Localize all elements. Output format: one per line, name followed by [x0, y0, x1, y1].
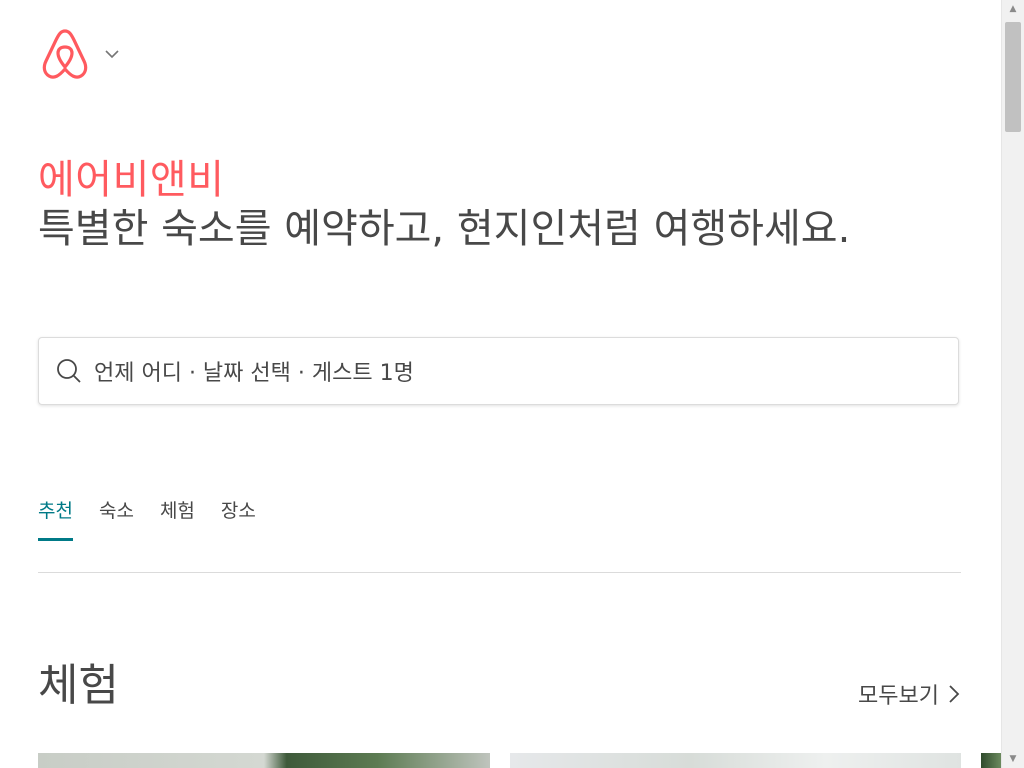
logo-menu-toggle[interactable] — [40, 27, 120, 81]
experience-card-image[interactable] — [981, 753, 1001, 768]
category-tabs: 추천 숙소 체험 장소 — [38, 496, 282, 541]
tabs-divider — [38, 572, 961, 573]
experience-card-image[interactable] — [510, 753, 961, 768]
hero-tagline: 특별한 숙소를 예약하고, 현지인처럼 여행하세요. — [38, 206, 851, 252]
section-title: 체험 — [38, 660, 119, 711]
search-summary: 언제 어디 · 날짜 선택 · 게스트 1명 — [94, 361, 414, 386]
chevron-down-icon — [105, 50, 119, 59]
experience-card-image[interactable] — [38, 753, 490, 768]
tab-experiences[interactable]: 체험 — [160, 496, 195, 541]
search-icon — [57, 359, 81, 383]
brand-title: 에어비앤비 — [38, 157, 225, 203]
tab-places[interactable]: 장소 — [221, 496, 256, 541]
tab-recommended[interactable]: 추천 — [38, 496, 73, 541]
see-all-link[interactable]: 모두보기 — [858, 678, 961, 710]
page: 에어비앤비 특별한 숙소를 예약하고, 현지인처럼 여행하세요. 언제 어디 ·… — [0, 0, 1001, 768]
scrollbar-thumb[interactable] — [1005, 22, 1021, 132]
scroll-down-arrow-icon[interactable]: ▼ — [1002, 750, 1024, 768]
airbnb-logo-icon — [42, 29, 88, 79]
see-all-label: 모두보기 — [858, 684, 939, 709]
scrollbar[interactable]: ▲ ▼ — [1001, 0, 1024, 768]
tab-homes[interactable]: 숙소 — [99, 496, 134, 541]
scroll-up-arrow-icon[interactable]: ▲ — [1002, 0, 1024, 18]
chevron-right-icon — [949, 685, 960, 703]
search-bar[interactable]: 언제 어디 · 날짜 선택 · 게스트 1명 — [38, 337, 959, 405]
